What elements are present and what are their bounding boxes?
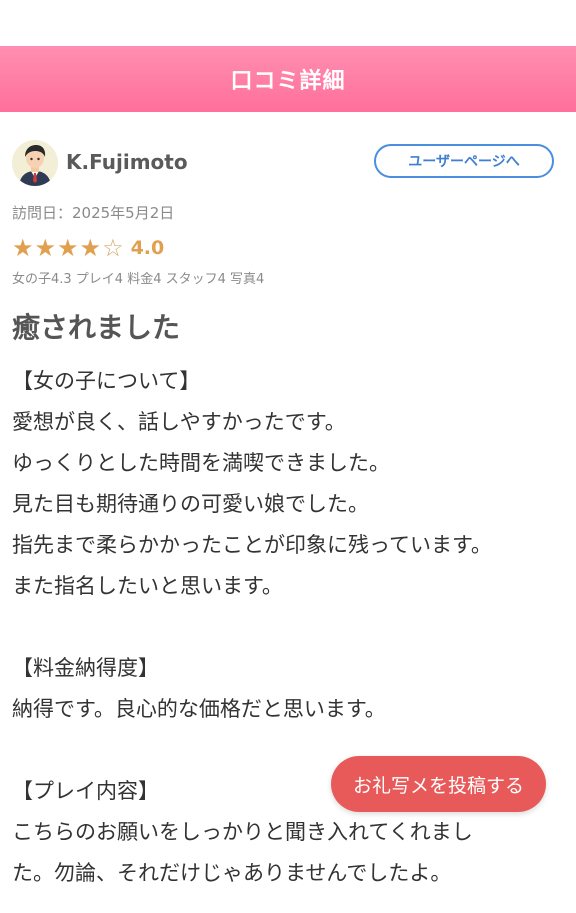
reviewer-row: K.Fujimoto ユーザーページへ xyxy=(12,138,564,188)
user-page-button[interactable]: ユーザーページへ xyxy=(374,144,554,178)
review-title: 癒されました xyxy=(12,311,181,344)
post-thanks-photo-button[interactable]: お礼写メを投稿する xyxy=(331,756,546,812)
visit-date: 訪問日：2025年5月2日 xyxy=(12,204,175,222)
star-filled-icon: ★ xyxy=(12,234,34,262)
sub-scores: 女の子4.3 プレイ4 料金4 スタッフ4 写真4 xyxy=(12,272,265,287)
page-title: 口コミ詳細 xyxy=(230,69,346,94)
star-outline-icon: ☆ xyxy=(102,234,124,262)
rating-value: 4.0 xyxy=(130,237,165,259)
review-detail-page: 口コミ詳細 K.Fujimoto ユーザーページへ 訪問日：2025年5月2日 … xyxy=(0,0,576,913)
star-filled-icon: ★ xyxy=(34,234,57,262)
review-body: 【女の子について】 愛想が良く、話しやすかったです。 ゆっくりとした時間を満喫で… xyxy=(12,369,492,885)
star-filled-icon: ★ xyxy=(79,234,102,262)
avatar-illustration xyxy=(12,140,58,186)
star-filled-icon: ★ xyxy=(57,234,79,262)
user-avatar-icon[interactable] xyxy=(12,140,58,186)
reviewer-name[interactable]: K.Fujimoto xyxy=(66,150,188,174)
app-header: 口コミ詳細 xyxy=(0,46,576,112)
rating-row: ★ ★ ★ ★ ☆ 4.0 xyxy=(12,234,164,262)
